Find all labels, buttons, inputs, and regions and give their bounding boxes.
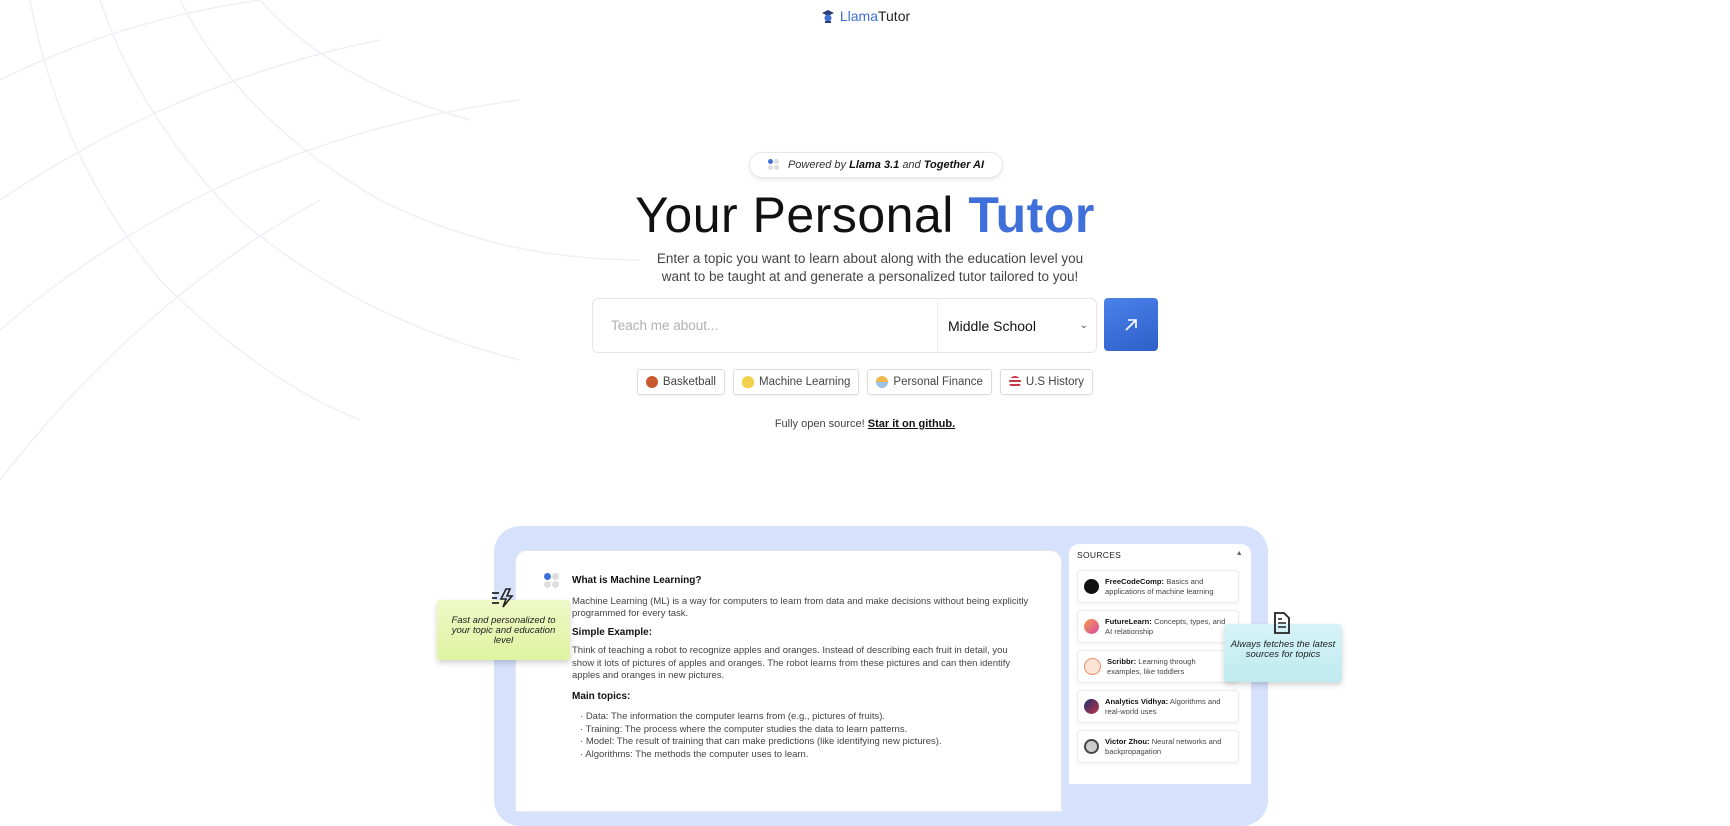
answer-intro: Machine Learning (ML) is a way for compu… [572, 595, 1029, 620]
education-level-value: Middle School [948, 317, 1036, 334]
source-item[interactable]: Scribbr: Learning through examples, like… [1077, 650, 1239, 683]
graduation-llama-icon [821, 10, 834, 23]
preview-answer-panel: What is Machine Learning? Machine Learni… [515, 550, 1062, 812]
answer-heading: What is Machine Learning? [572, 575, 702, 586]
money-hand-icon [876, 376, 889, 388]
freecodecamp-icon [1084, 579, 1099, 594]
arrow-up-right-icon [1125, 318, 1137, 331]
victor-zhou-avatar [1084, 739, 1099, 754]
chip-basketball[interactable]: Basketball [636, 369, 725, 395]
basketball-icon [645, 376, 658, 388]
chevron-down-icon: ⌄ [1079, 320, 1088, 331]
lightning-speed-icon [492, 588, 514, 608]
page-title: Your Personal Tutor [635, 187, 1095, 243]
education-level-select[interactable]: Middle School ⌄ [937, 299, 1096, 352]
chevron-up-icon: ▲ [1235, 550, 1243, 557]
callout-fast-personalized: Fast and personalized to your topic and … [437, 600, 570, 660]
scribbr-icon [1084, 658, 1101, 675]
logo-text-tutor: Tutor [877, 8, 911, 24]
assistant-avatar-icon [544, 573, 560, 589]
dots-icon [767, 159, 780, 171]
topic-item: Data: The information the computer learn… [580, 711, 1032, 724]
source-item[interactable]: Victor Zhou: Neural networks and backpro… [1077, 730, 1239, 763]
app-logo[interactable]: Llama Tutor [0, 8, 1730, 24]
sources-header[interactable]: SOURCES ▲ [1077, 550, 1243, 560]
github-link[interactable]: Star it on github. [868, 418, 955, 430]
topic-item: Model: The result of training that can m… [580, 736, 1032, 749]
source-item[interactable]: FreeCodeComp: Basics and applications of… [1077, 570, 1239, 603]
lightbulb-icon [741, 376, 754, 388]
suggestion-chips: Basketball Machine Learning Personal Fin… [0, 369, 1730, 395]
us-flag-icon [1008, 376, 1021, 388]
topic-input[interactable] [593, 299, 937, 352]
topic-item: Algorithms: The methods the computer use… [580, 749, 1032, 762]
powered-by-badge[interactable]: Powered by Llama 3.1 and Together AI [749, 152, 1003, 178]
page-subtitle: Enter a topic you want to learn about al… [656, 251, 1084, 284]
powered-by-text: Powered by Llama 3.1 and Together AI [787, 159, 985, 171]
chip-personal-finance[interactable]: Personal Finance [867, 369, 992, 395]
chip-us-history[interactable]: U.S History [999, 369, 1094, 395]
background-grid [0, 0, 641, 481]
example-text: Think of teaching a robot to recognize a… [572, 645, 1011, 681]
chip-machine-learning[interactable]: Machine Learning [732, 369, 860, 395]
analytics-vidhya-icon [1084, 699, 1099, 714]
example-heading: Simple Example: [572, 626, 653, 638]
source-item[interactable]: Analytics Vidhya: Algorithms and real-wo… [1077, 690, 1239, 723]
search-form: Middle School ⌄ [592, 298, 1097, 353]
topics-heading: Main topics: [572, 690, 631, 702]
topics-list: Data: The information the computer learn… [572, 711, 1032, 761]
topic-item: Training: The process where the computer… [580, 724, 1032, 737]
futurelearn-icon [1084, 619, 1099, 634]
logo-text-llama: Llama [839, 8, 878, 24]
submit-button[interactable] [1104, 298, 1158, 351]
source-item[interactable]: FutureLearn: Concepts, types, and AI rel… [1077, 610, 1239, 643]
document-icon [1274, 612, 1290, 634]
answer-content: What is Machine Learning? Machine Learni… [572, 575, 1032, 761]
open-source-note: Fully open source! Star it on github. [774, 418, 956, 430]
